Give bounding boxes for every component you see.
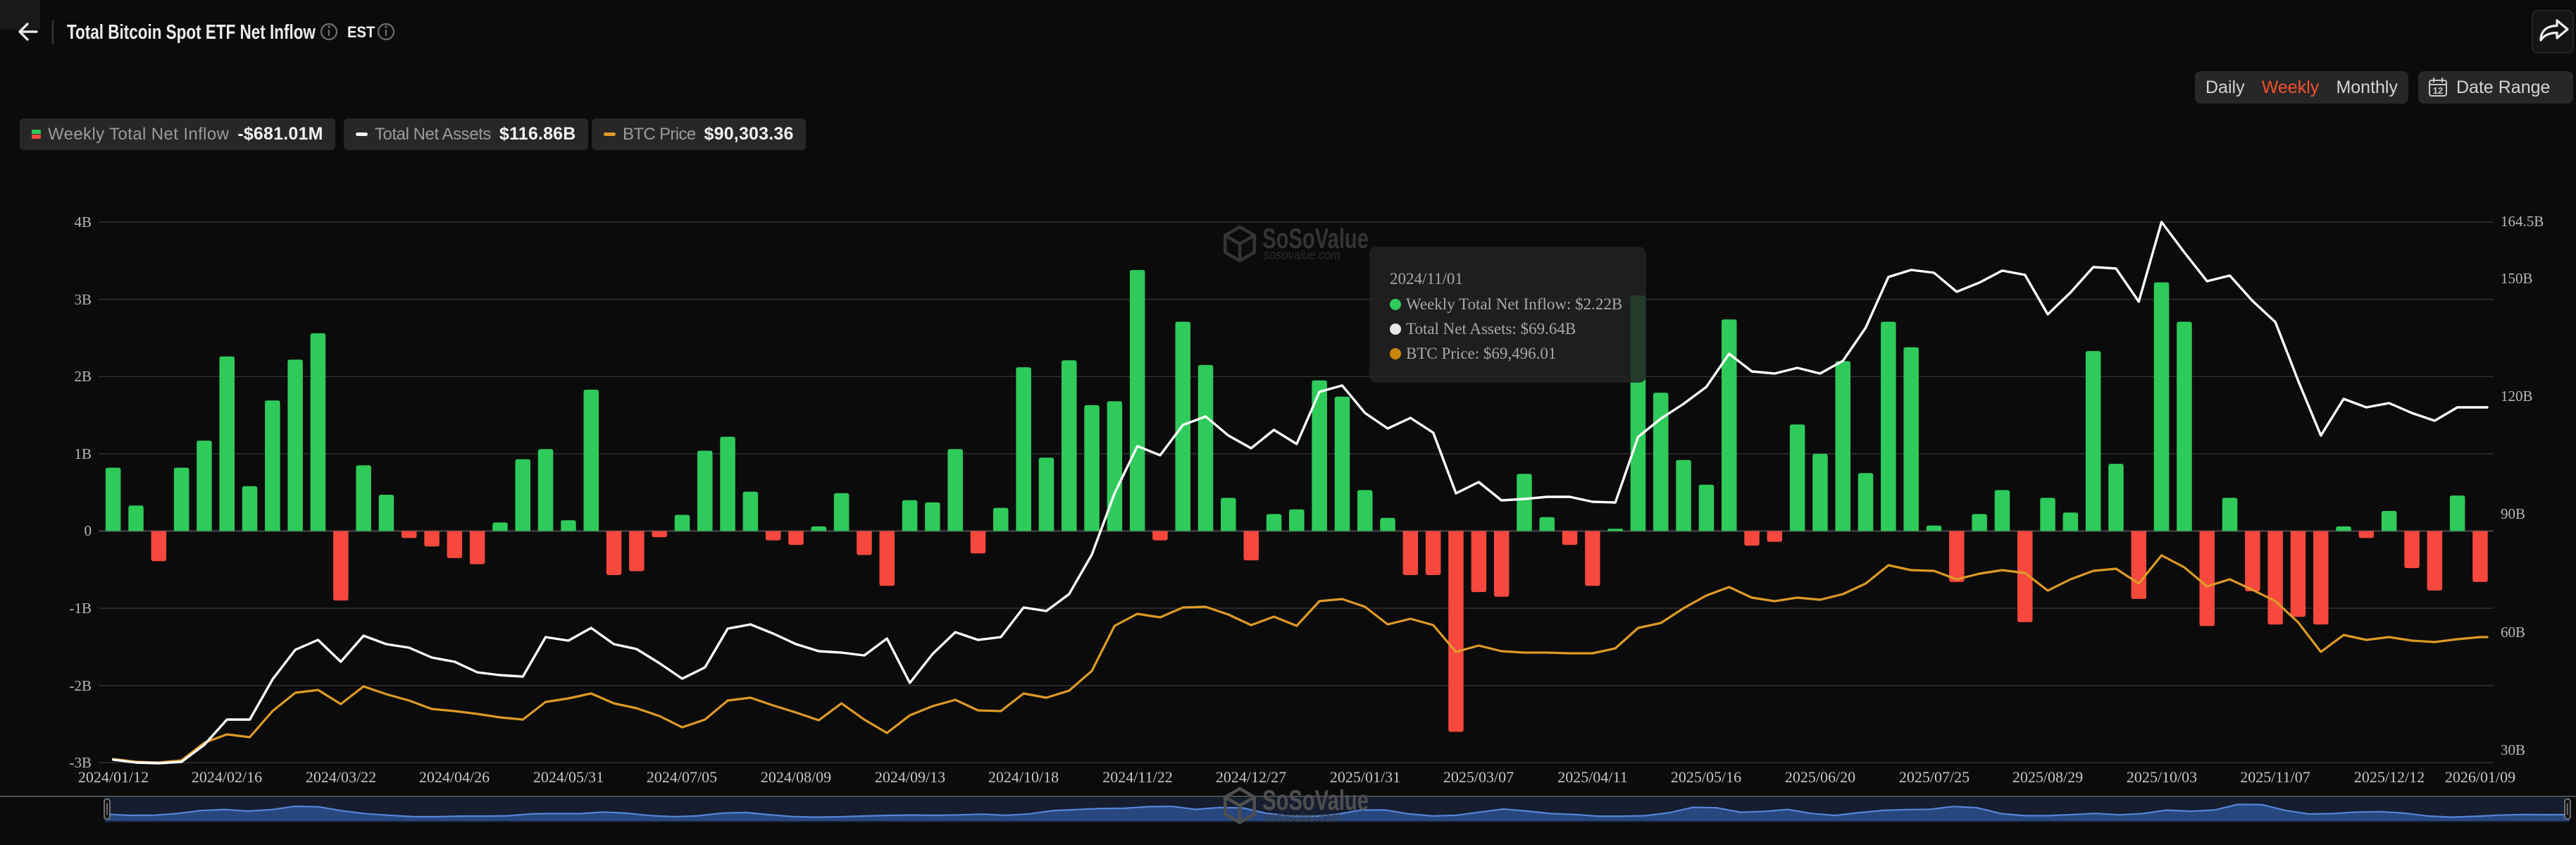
svg-text:2024/04/26: 2024/04/26 — [419, 768, 490, 786]
svg-text:2024/08/09: 2024/08/09 — [761, 768, 831, 786]
svg-text:2025/07/25: 2025/07/25 — [1899, 768, 1970, 786]
svg-text:2025/03/07: 2025/03/07 — [1443, 768, 1514, 786]
svg-text:2025/08/29: 2025/08/29 — [2012, 768, 2083, 786]
svg-text:2024/10/18: 2024/10/18 — [988, 768, 1059, 786]
svg-text:0: 0 — [85, 522, 92, 539]
svg-text:4B: 4B — [74, 214, 92, 230]
svg-text:2025/05/16: 2025/05/16 — [1671, 768, 1741, 786]
svg-text:120B: 120B — [2501, 388, 2533, 405]
svg-text:2024/11/01: 2024/11/01 — [1390, 270, 1463, 288]
svg-text:-2B: -2B — [70, 677, 92, 694]
svg-text:2025/10/03: 2025/10/03 — [2127, 768, 2197, 786]
svg-text:90B: 90B — [2501, 505, 2525, 522]
svg-text:-1B: -1B — [70, 600, 92, 617]
svg-text:2024/07/05: 2024/07/05 — [647, 768, 717, 786]
svg-text:sosovalue.com: sosovalue.com — [1264, 247, 1340, 262]
svg-text:60B: 60B — [2501, 624, 2525, 641]
svg-text:2025/06/20: 2025/06/20 — [1785, 768, 1855, 786]
svg-text:2024/09/13: 2024/09/13 — [875, 768, 945, 786]
svg-text:2024/03/22: 2024/03/22 — [306, 768, 376, 786]
svg-text:30B: 30B — [2501, 741, 2525, 758]
svg-text:2026/01/09: 2026/01/09 — [2445, 768, 2515, 786]
svg-text:2024/12/27: 2024/12/27 — [1216, 768, 1286, 786]
svg-text:2024/01/12: 2024/01/12 — [78, 768, 149, 786]
svg-text:150B: 150B — [2501, 270, 2533, 287]
svg-text:2025/11/07: 2025/11/07 — [2240, 768, 2310, 786]
svg-text:2024/02/16: 2024/02/16 — [192, 768, 262, 786]
svg-text:3B: 3B — [74, 291, 92, 308]
svg-text:2025/12/12: 2025/12/12 — [2354, 768, 2425, 786]
svg-text:2025/04/11: 2025/04/11 — [1557, 768, 1627, 786]
svg-text:12: 12 — [2433, 85, 2443, 96]
svg-text:Total Net Assets: $69.64B: Total Net Assets: $69.64B — [1406, 320, 1576, 338]
svg-text:2024/05/31: 2024/05/31 — [533, 768, 604, 786]
svg-text:1B: 1B — [74, 445, 92, 462]
svg-text:164.5B: 164.5B — [2501, 213, 2544, 230]
svg-text:sosovalue.com: sosovalue.com — [1264, 810, 1340, 825]
svg-text:2025/01/31: 2025/01/31 — [1330, 768, 1400, 786]
svg-text:2024/11/22: 2024/11/22 — [1102, 768, 1172, 786]
svg-text:2B: 2B — [74, 368, 92, 385]
svg-text:Weekly Total Net Inflow: $2.22: Weekly Total Net Inflow: $2.22B — [1406, 295, 1622, 313]
svg-text:BTC Price: $69,496.01: BTC Price: $69,496.01 — [1406, 345, 1556, 362]
